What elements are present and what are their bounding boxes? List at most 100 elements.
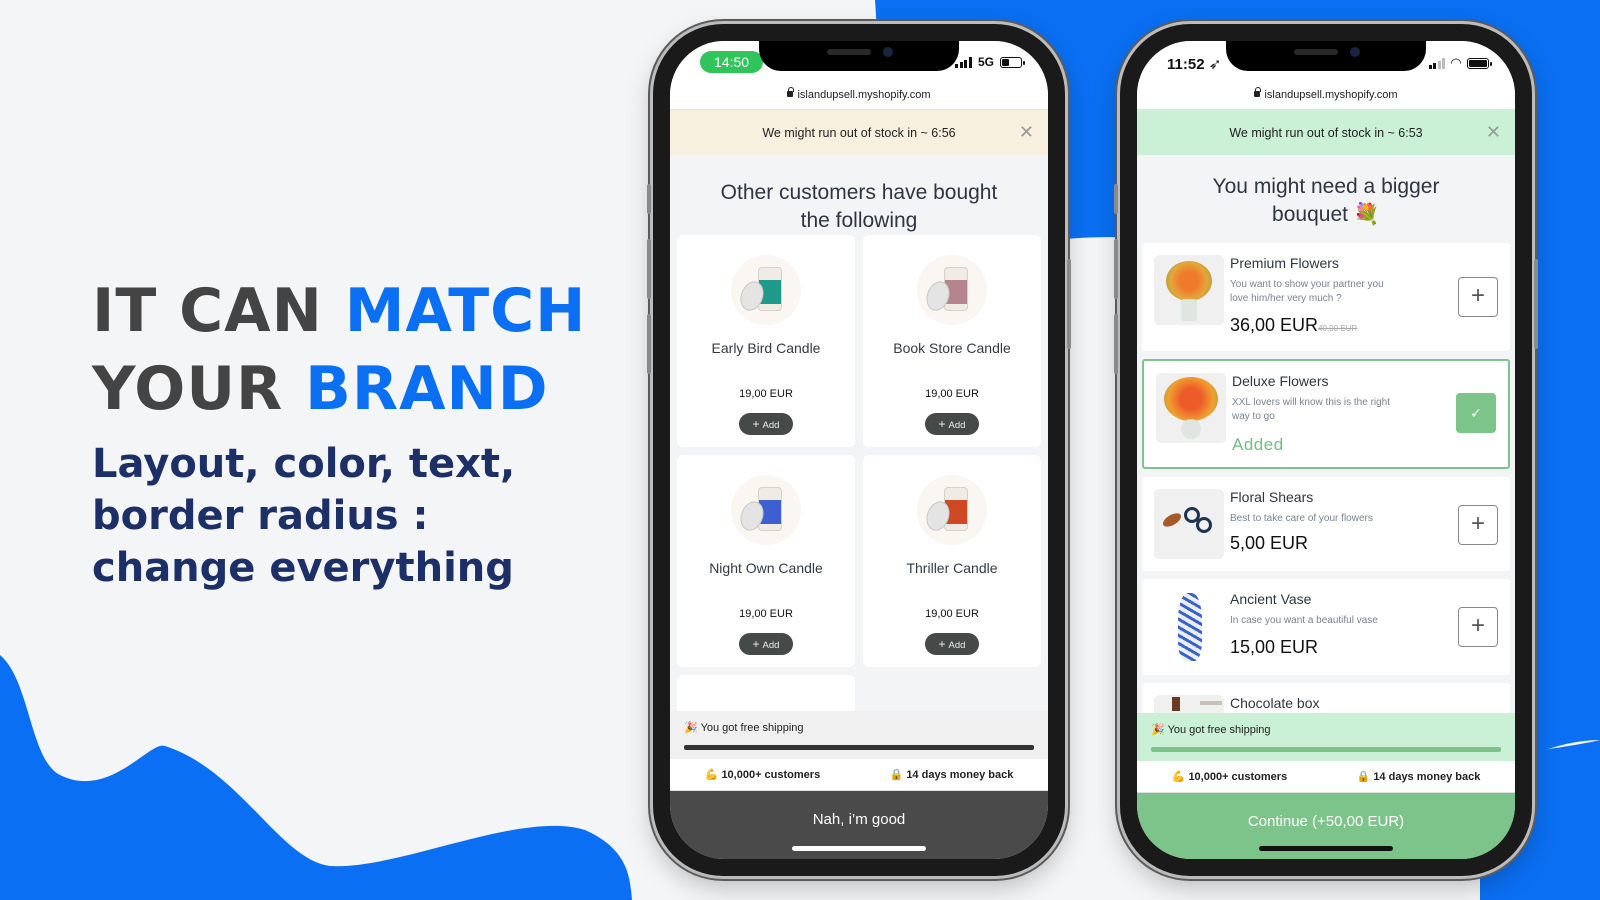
product-price: 19,00 EUR [925, 388, 979, 400]
price-text: 15,00 EUR [1230, 637, 1319, 657]
stock-countdown-text: We might run out of stock in ~ 6:53 [1229, 125, 1423, 140]
network-label: 5G [977, 55, 994, 69]
product-description: XXL lovers will know this is the right w… [1232, 397, 1391, 422]
add-button[interactable]: + Add [739, 633, 793, 655]
page-heading-line: You might need a bigger [1212, 175, 1440, 198]
decline-button[interactable]: Nah, i’m good [670, 791, 1048, 859]
product-price: 19,00 EUR [925, 608, 979, 620]
plus-icon: + [938, 417, 946, 431]
add-button[interactable]: + Add [925, 633, 979, 655]
phone-side-button [1114, 314, 1118, 374]
add-item-button[interactable]: + [1458, 505, 1498, 545]
candle-image [917, 255, 987, 325]
product-name: Chocolate box [1230, 695, 1320, 711]
trust-badges: 💪 10,000+ customers 🔒 14 days money back [1137, 761, 1515, 793]
trust-money-back: 🔒 14 days money back [890, 768, 1014, 781]
phone-side-button [647, 239, 651, 299]
product-name: Book Store Candle [893, 340, 1011, 356]
plus-icon: + [938, 637, 946, 651]
upsell-item: Ancient Vase In case you want a beautifu… [1142, 579, 1510, 675]
product-description: You want to show your partner you love h… [1230, 279, 1384, 304]
hero-subtitle-line: border radius : [92, 493, 429, 539]
location-arrow-icon: ➶ [1208, 56, 1222, 73]
add-label: Add [762, 640, 780, 651]
lock-icon: 🔒 [1356, 771, 1371, 783]
plus-icon: + [752, 637, 760, 651]
url-bar[interactable]: islandupsell.myshopify.com [670, 87, 1048, 109]
flowers-image [1156, 373, 1226, 443]
upsell-item: Premium Flowers You want to show your pa… [1142, 243, 1510, 351]
product-card: Early Bird Candle 19,00 EUR + Add [677, 235, 855, 447]
status-time-text: 11:52 [1167, 56, 1205, 73]
trust-customers: 💪 10,000+ customers [1172, 770, 1288, 783]
close-icon[interactable]: ✕ [1486, 122, 1501, 143]
free-shipping-text: You got free shipping [700, 722, 804, 734]
shears-image [1154, 489, 1224, 559]
hero: IT CAN MATCH YOUR BRAND Layout, color, t… [92, 272, 586, 594]
hero-title-accent: MATCH [344, 276, 587, 346]
product-card: Book Store Candle 19,00 EUR + Add [863, 235, 1041, 447]
lock-icon [1254, 87, 1262, 97]
home-indicator [792, 846, 926, 851]
add-button[interactable]: + Add [739, 413, 793, 435]
free-shipping-text: You got free shipping [1167, 724, 1271, 736]
upsell-item-selected: Deluxe Flowers XXL lovers will know this… [1142, 359, 1510, 469]
phone-side-button [1114, 184, 1118, 214]
party-icon: 🎉 [684, 722, 698, 734]
phone-notch [759, 41, 959, 71]
home-indicator [1259, 846, 1393, 851]
product-name: Early Bird Candle [711, 340, 821, 356]
phone-notch [1226, 41, 1426, 71]
product-name: Ancient Vase [1230, 591, 1312, 607]
hero-title-plain: YOUR [92, 354, 284, 424]
product-price: 19,00 EUR [739, 388, 793, 400]
compare-price: 40,00 EUR [1318, 324, 1358, 333]
continue-button-label: Continue (+50,00 EUR) [1247, 813, 1405, 830]
flowers-image [1154, 255, 1224, 325]
price-text: 36,00 EUR [1230, 315, 1319, 335]
product-price: 15,00 EUR [1230, 637, 1318, 658]
phone-mockup-left: 14:50 5G islandupsell.myshopify.com We m… [647, 24, 1071, 876]
phone-side-button [1114, 239, 1118, 299]
phone-side-button [1067, 259, 1071, 349]
page-heading: You might need a bigger bouquet 💐 [1137, 173, 1515, 229]
close-icon[interactable]: ✕ [1019, 122, 1034, 143]
add-item-button[interactable]: + [1458, 277, 1498, 317]
product-card: Thriller Candle 19,00 EUR + Add [863, 455, 1041, 667]
add-item-button[interactable]: + [1458, 607, 1498, 647]
url-text: islandupsell.myshopify.com [1264, 89, 1398, 101]
product-grid: Early Bird Candle 19,00 EUR + Add Book St… [677, 235, 1041, 715]
hero-title-plain: IT CAN [92, 276, 323, 346]
free-shipping-bar: 🎉 You got free shipping [1137, 713, 1515, 761]
url-text: islandupsell.myshopify.com [797, 89, 931, 101]
battery-icon [1467, 57, 1492, 69]
product-name: Premium Flowers [1230, 255, 1339, 271]
battery-icon [1000, 56, 1025, 68]
stock-countdown-banner: We might run out of stock in ~ 6:56 ✕ [670, 109, 1048, 155]
phone-screen: 11:52 ➶ ◠ islandupsell.myshopify.com We … [1137, 41, 1515, 859]
add-label: Add [948, 420, 966, 431]
upsell-item: Floral Shears Best to take care of your … [1142, 477, 1510, 571]
phone-screen: 14:50 5G islandupsell.myshopify.com We m… [670, 41, 1048, 859]
status-time: 14:50 [700, 51, 764, 73]
candle-image [917, 475, 987, 545]
product-description: In case you want a beautiful vase [1230, 615, 1378, 626]
status-icons: ◠ [1428, 55, 1492, 71]
url-bar[interactable]: islandupsell.myshopify.com [1137, 87, 1515, 109]
free-shipping-bar: 🎉 You got free shipping [670, 711, 1048, 759]
added-check-button[interactable]: ✓ [1456, 393, 1496, 433]
add-label: Add [948, 640, 966, 651]
trust-text: 14 days money back [906, 769, 1014, 781]
vase-image [1154, 591, 1224, 661]
bottom-left-wave [0, 655, 632, 900]
check-icon: ✓ [1470, 405, 1482, 421]
shipping-progress [684, 745, 1034, 750]
trust-money-back: 🔒 14 days money back [1357, 770, 1481, 783]
product-price: 36,00 EUR40,00 EUR [1230, 315, 1357, 336]
product-name: Thriller Candle [906, 560, 998, 576]
continue-button[interactable]: Continue (+50,00 EUR) [1137, 793, 1515, 859]
add-button[interactable]: + Add [925, 413, 979, 435]
status-time: 11:52 ➶ [1167, 55, 1221, 73]
page-heading-line: the following [800, 209, 918, 232]
trust-text: 10,000+ customers [1188, 771, 1288, 783]
